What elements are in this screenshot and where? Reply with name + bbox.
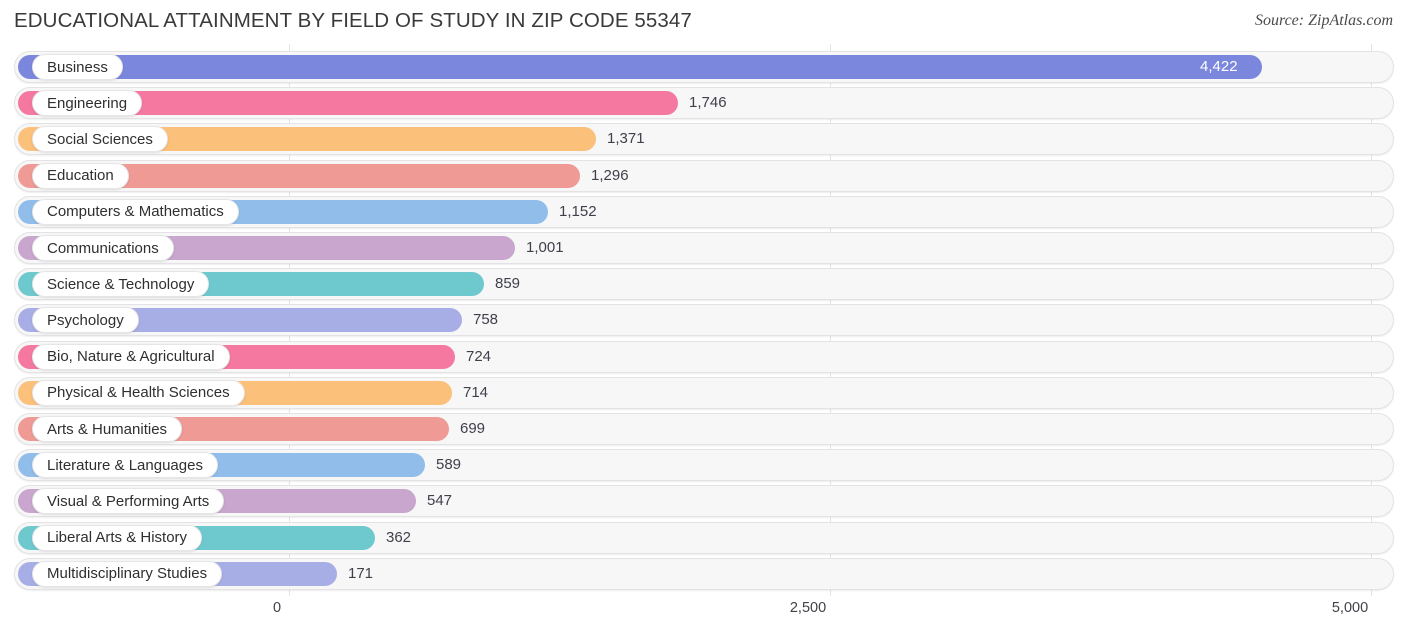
page-title: EDUCATIONAL ATTAINMENT BY FIELD OF STUDY… xyxy=(14,9,692,32)
bar-value: 699 xyxy=(460,420,486,437)
table-row[interactable]: Arts & Humanities 699 xyxy=(14,413,1394,445)
bar-value: 1,296 xyxy=(591,166,629,184)
table-row[interactable]: Education 1,296 xyxy=(14,159,1394,192)
bar-label: Education xyxy=(47,167,114,185)
chart-container: EDUCATIONAL ATTAINMENT BY FIELD OF STUDY… xyxy=(0,0,1406,631)
bar-label: Multidisciplinary Studies xyxy=(47,565,208,583)
bar-label-pill: Communications xyxy=(32,235,174,261)
bar-value: 171 xyxy=(348,564,374,582)
table-row[interactable]: Science & Technology 859 xyxy=(14,268,1394,301)
bar-label: Science & Technology xyxy=(47,275,195,293)
axis-tick-label: 5,000 xyxy=(1331,600,1369,616)
bar-label: Engineering xyxy=(47,94,128,112)
bar-label: Physical & Health Sciences xyxy=(47,384,230,402)
table-row[interactable]: Physical & Health Sciences 714 xyxy=(14,376,1394,409)
bar-value: 589 xyxy=(436,456,462,474)
table-row[interactable]: Bio, Nature & Agricultural 724 xyxy=(14,340,1394,373)
bar-value: 724 xyxy=(466,347,492,365)
table-row[interactable]: Liberal Arts & History 362 xyxy=(14,521,1394,554)
bar-label-pill: Psychology xyxy=(32,307,139,334)
bar-label-pill: Computers & Mathematics xyxy=(32,198,239,225)
bar-label-pill: Multidisciplinary Studies xyxy=(32,560,223,587)
bar-rows: Business 4,422 Engineering 1,746 Social Scie… xyxy=(0,44,1406,596)
bar-value: 362 xyxy=(386,528,412,546)
table-row[interactable]: Computers & Mathematics 1,152 xyxy=(14,195,1394,228)
plot-area: Business 4,422 Engineering 1,746 Social Scie… xyxy=(0,44,1406,596)
table-row[interactable]: Literature & Languages 589 xyxy=(14,449,1394,482)
bar-label-pill: Engineering xyxy=(32,90,143,117)
bar-label-pill: Arts & Humanities xyxy=(32,416,183,442)
axis-tick-label: 0 xyxy=(272,600,282,616)
bar[interactable] xyxy=(18,55,1262,79)
bar-value: 1,746 xyxy=(689,94,727,112)
bar-label-pill: Social Sciences xyxy=(32,126,168,153)
bar-label-pill: Business xyxy=(32,54,123,80)
bar-value: 1,371 xyxy=(607,130,645,148)
bar-label: Communications xyxy=(47,239,159,257)
table-row[interactable]: Multidisciplinary Studies 171 xyxy=(14,557,1394,590)
bar-value: 1,152 xyxy=(559,202,597,220)
bar-label-pill: Liberal Arts & History xyxy=(32,524,203,551)
table-row[interactable]: Social Sciences 1,371 xyxy=(14,123,1394,156)
table-row[interactable]: Psychology 758 xyxy=(14,304,1394,337)
chart-header: EDUCATIONAL ATTAINMENT BY FIELD OF STUDY… xyxy=(0,0,1406,44)
bar-value: 859 xyxy=(495,275,521,293)
bar-label-pill: Physical & Health Sciences xyxy=(32,379,245,406)
source-attribution: Source: ZipAtlas.com xyxy=(1254,12,1393,29)
bar-label-pill: Literature & Languages xyxy=(32,452,218,479)
table-row[interactable]: Visual & Performing Arts 547 xyxy=(14,485,1394,518)
bar-label: Literature & Languages xyxy=(47,456,203,474)
x-axis: 0 2,500 5,000 xyxy=(0,596,1406,631)
bar-value: 758 xyxy=(473,311,499,329)
bar-label: Psychology xyxy=(47,311,124,329)
table-row[interactable]: Communications 1,001 xyxy=(14,232,1394,264)
axis-tick-label: 2,500 xyxy=(789,600,827,616)
table-row[interactable]: Engineering 1,746 xyxy=(14,87,1394,120)
bar-label: Business xyxy=(47,58,108,76)
bar-label-pill: Visual & Performing Arts xyxy=(32,488,225,515)
bar-value: 1,001 xyxy=(526,239,564,256)
bar-label: Social Sciences xyxy=(47,130,153,148)
bar-label: Bio, Nature & Agricultural xyxy=(47,348,215,366)
bar-label: Liberal Arts & History xyxy=(47,529,188,547)
bar-label-pill: Education xyxy=(32,162,129,189)
bar-label-pill: Bio, Nature & Agricultural xyxy=(32,343,230,370)
bar-label: Computers & Mathematics xyxy=(47,203,224,221)
bar-label: Visual & Performing Arts xyxy=(47,492,210,510)
bar-value: 714 xyxy=(463,383,489,401)
table-row[interactable]: Business 4,422 xyxy=(14,51,1394,83)
bar-value: 547 xyxy=(427,492,453,510)
bar-label: Arts & Humanities xyxy=(47,420,168,438)
bar-value: 4,422 xyxy=(1200,58,1238,75)
bar-label-pill: Science & Technology xyxy=(32,271,210,298)
